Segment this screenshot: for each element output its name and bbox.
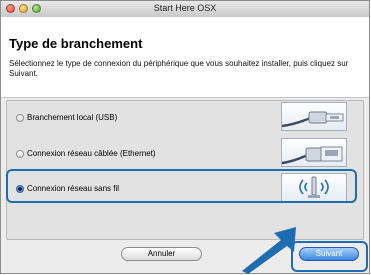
window-title: Start Here OSX <box>153 3 217 13</box>
installer-window: Start Here OSX Type de branchement Sélec… <box>0 0 370 274</box>
radio-usb[interactable] <box>16 114 24 122</box>
option-usb[interactable]: Branchement local (USB) <box>11 102 359 135</box>
option-ethernet-label: Connexion réseau câblée (Ethernet) <box>27 149 156 158</box>
radio-ethernet[interactable] <box>16 150 24 158</box>
next-button-highlight <box>291 241 368 272</box>
page-title: Type de branchement <box>9 36 143 51</box>
page-instructions: Sélectionnez le type de connexion du pér… <box>9 59 349 78</box>
option-ethernet[interactable]: Connexion réseau câblée (Ethernet) <box>11 138 359 171</box>
cancel-button[interactable]: Annuler <box>121 247 202 261</box>
selected-option-highlight <box>6 169 357 203</box>
pointer-arrow-icon <box>242 227 296 274</box>
option-usb-label: Branchement local (USB) <box>27 113 118 122</box>
page-header: Type de branchement Sélectionnez le type… <box>1 17 369 98</box>
title-bar[interactable]: Start Here OSX <box>1 1 369 18</box>
ethernet-cable-icon <box>281 138 347 167</box>
usb-cable-icon <box>281 102 347 131</box>
